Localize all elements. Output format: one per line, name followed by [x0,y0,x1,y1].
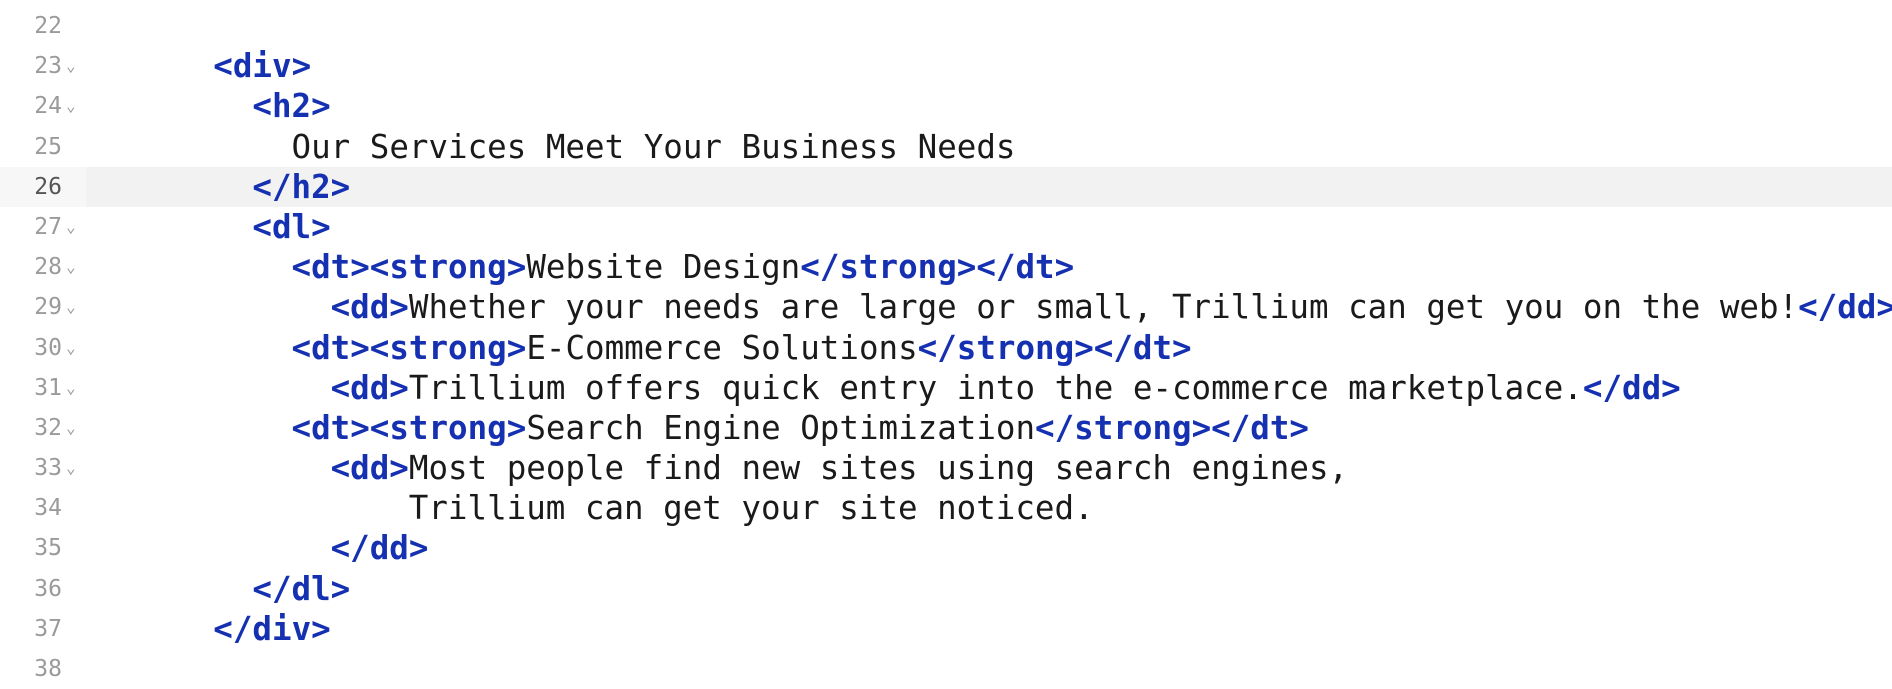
line-number: 38 [34,656,62,682]
line-number: 33 [34,455,62,482]
code-line[interactable]: 30 ⌄ <dt><strong>E-Commerce Solutions</str… [0,328,1892,368]
code-editor[interactable]: 22 23 ⌄ <div> 24 ⌄ <h2> 25 Our Services Meet You… [0,6,1892,689]
code-line[interactable]: 31 ⌄ <dd>Trillium offers quick entry into … [0,368,1892,408]
text-token: E-Commerce Solutions [526,328,918,367]
code-line[interactable]: 36 </dl> [0,569,1892,609]
fold-chevron-icon[interactable]: ⌄ [66,287,76,327]
code-line[interactable]: 27 ⌄ <dl> [0,207,1892,247]
text-token: Trillium offers quick entry into the e-c… [408,368,1583,407]
line-number: 22 [34,13,62,39]
code-line[interactable]: 32 ⌄ <dt><strong>Search Engine Optimizatio… [0,408,1892,448]
code-content: <dt><strong>Search Engine Optimization</… [292,408,1309,448]
line-number: 25 [34,133,62,160]
fold-chevron-icon[interactable]: ⌄ [66,448,76,488]
code-line[interactable]: 35 </dd> [0,528,1892,568]
html-tag-token: <h2> [252,87,331,126]
code-line[interactable]: 34 Trillium can get your site noticed. [0,488,1892,528]
line-number: 35 [34,535,62,562]
fold-chevron-icon[interactable]: ⌄ [66,408,76,448]
code-line[interactable]: 25 Our Services Meet Your Business Needs [0,127,1892,167]
line-number: 27 [34,213,62,240]
code-content: <h2> [252,86,330,126]
code-content: <dt><strong>Website Design</strong></dt> [292,247,1075,287]
text-token: Search Engine Optimization [526,408,1036,447]
text-token: Most people find new sites using search … [408,449,1349,488]
line-number: 31 [34,374,62,401]
html-tag-token: </strong></dt> [800,248,1075,287]
code-content: <dd>Most people find new sites using sea… [331,448,1348,488]
html-tag-token: </strong></dt> [1035,408,1309,447]
code-line[interactable]: 37 </div> [0,609,1892,649]
html-tag-token: </strong></dt> [917,328,1192,367]
fold-chevron-icon[interactable]: ⌄ [66,368,76,408]
code-line[interactable]: 29 ⌄ <dd>Whether your needs are large or s… [0,287,1892,327]
line-number: 28 [34,254,62,281]
line-number: 36 [34,575,62,602]
code-content: <div> [213,46,311,86]
html-tag-token: <dt><strong> [291,408,527,447]
text-token: Website Design [526,248,801,287]
code-content: <dt><strong>E-Commerce Solutions</strong… [292,328,1192,368]
code-content: Trillium can get your site noticed. [409,488,1094,528]
line-number: 26 [34,173,62,200]
line-number: 24 [34,93,62,120]
code-line[interactable]: 28 ⌄ <dt><strong>Website Design</strong></… [0,247,1892,287]
html-tag-token: <dt><strong> [291,328,527,367]
line-number: 30 [34,334,62,361]
code-content: </dl> [252,569,350,609]
code-line[interactable]: 26 </h2> [0,166,1892,207]
fold-chevron-icon[interactable]: ⌄ [66,247,76,287]
fold-chevron-icon[interactable]: ⌄ [66,46,76,86]
code-content: <dd>Whether your needs are large or smal… [331,287,1892,327]
fold-chevron-icon[interactable]: ⌄ [66,207,76,247]
code-content: <dd>Trillium offers quick entry into the… [331,368,1681,408]
html-tag-token: <dd> [330,288,409,327]
code-content: </div> [213,609,330,649]
line-number: 23 [34,53,62,80]
code-line[interactable]: 23 ⌄ <div> [0,46,1892,86]
code-line[interactable]: 38 [0,649,1892,689]
code-content: Our Services Meet Your Business Needs [292,127,1016,167]
html-tag-token: <div> [213,47,312,86]
code-line[interactable]: 24 ⌄ <h2> [0,86,1892,126]
code-content: <dl> [252,207,330,247]
line-number: 29 [34,294,62,321]
text-token: Whether your needs are large or small, T… [408,288,1799,327]
text-token: Trillium can get your site noticed. [408,489,1094,528]
html-tag-token: <dd> [330,368,409,407]
code-content: </h2> [252,167,350,207]
line-number: 37 [34,615,62,642]
code-line[interactable]: 22 [0,6,1892,46]
code-content: </dd> [331,528,429,568]
fold-chevron-icon[interactable]: ⌄ [66,86,76,126]
html-tag-token: </dd> [1798,288,1892,327]
html-tag-token: <dt><strong> [291,248,527,287]
html-tag-token: <dd> [330,449,409,488]
html-tag-token: </dd> [330,529,429,568]
html-tag-token: <dl> [252,207,331,246]
text-token: Our Services Meet Your Business Needs [291,127,1016,166]
current-line-highlight [86,166,1892,207]
html-tag-token: </dd> [1582,368,1681,407]
fold-chevron-icon[interactable]: ⌄ [66,328,76,368]
html-tag-token: </dl> [252,569,351,608]
html-tag-token: </div> [213,609,331,648]
html-tag-token: </h2> [252,167,351,206]
line-number: 34 [34,495,62,522]
code-line[interactable]: 33 ⌄ <dd>Most people find new sites using … [0,448,1892,488]
line-number: 32 [34,414,62,441]
